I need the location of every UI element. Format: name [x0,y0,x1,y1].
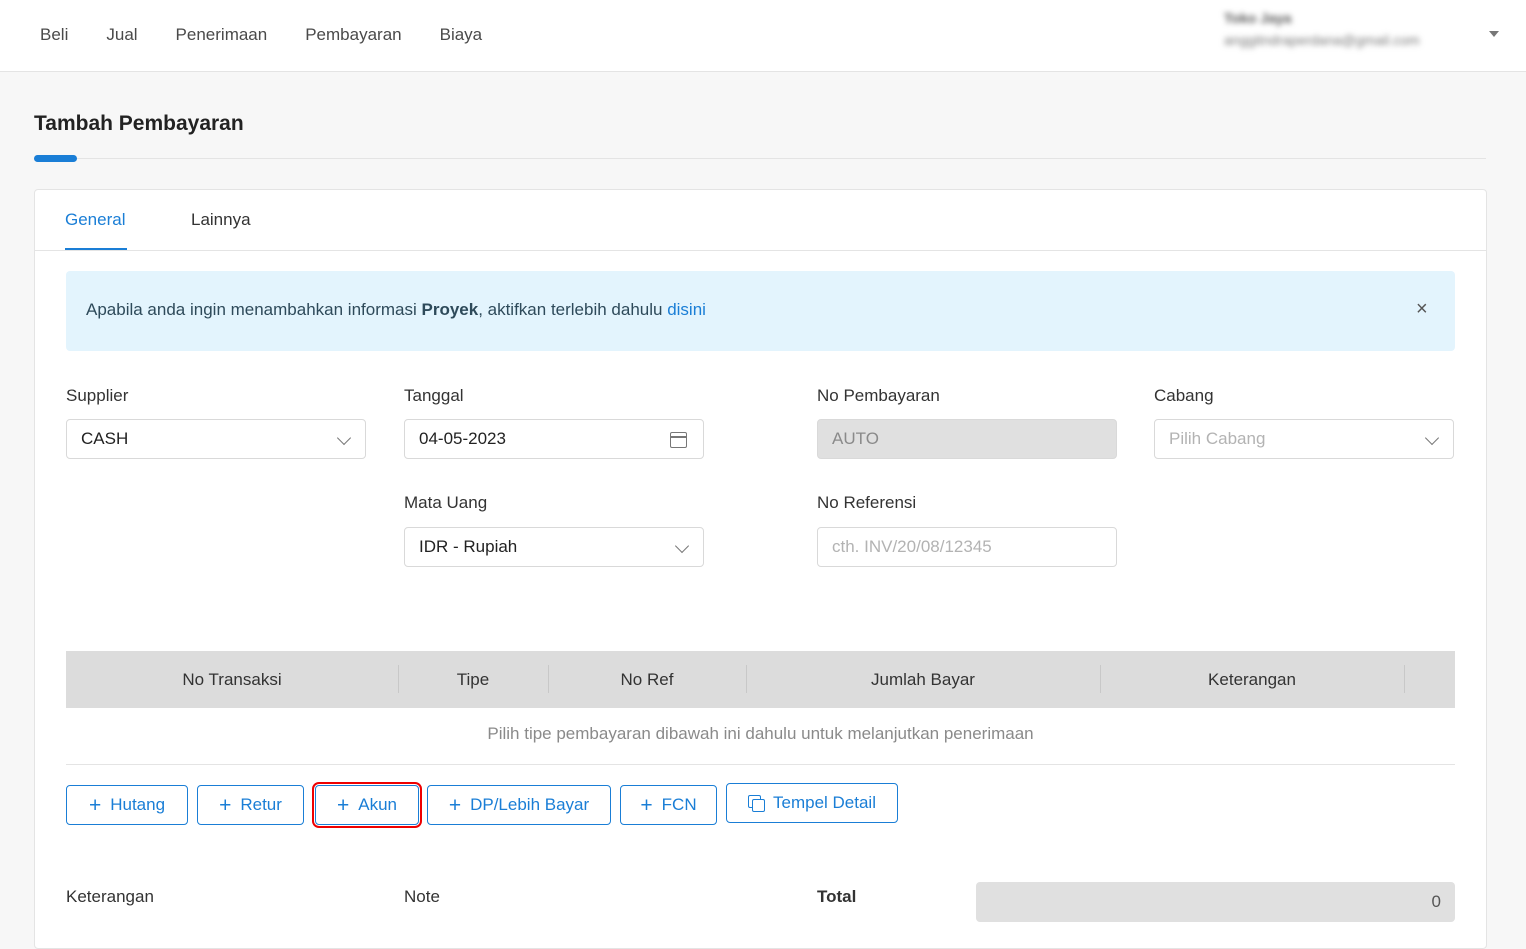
hutang-label: Hutang [110,795,166,814]
note-label: Note [404,887,440,906]
user-name: Toko Jaya [1224,10,1292,26]
add-akun-button[interactable]: + Akun [312,782,422,828]
chevron-down-icon [336,430,352,446]
cabang-placeholder: Pilih Cabang [1169,429,1266,448]
nav-item-beli[interactable]: Beli [40,25,68,45]
add-dp-lebih-bayar-button[interactable]: + DP/Lebih Bayar [427,785,611,825]
no-referensi-placeholder: cth. INV/20/08/12345 [832,537,992,556]
nav-item-pembayaran[interactable]: Pembayaran [305,25,401,45]
total-label: Total [817,887,857,906]
info-alert: Apabila anda ingin menambahkan informasi… [66,271,1455,351]
add-hutang-button[interactable]: + Hutang [66,785,188,825]
alert-text-after: , aktifkan terlebih dahulu [478,300,668,319]
mata-uang-label: Mata Uang [404,493,488,512]
column-keterangan: Keterangan [1208,669,1296,689]
add-retur-button[interactable]: + Retur [197,785,304,825]
add-fcn-button[interactable]: + FCN [620,785,717,825]
title-divider [34,158,1486,159]
main-nav: Beli Jual Penerimaan Pembayaran Biaya [40,0,520,70]
nav-item-penerimaan[interactable]: Penerimaan [176,25,268,45]
no-referensi-label: No Referensi [817,493,917,512]
supplier-select[interactable]: CASH [66,419,366,459]
no-pembayaran-input: AUTO [817,419,1117,459]
caret-down-icon[interactable] [1489,31,1499,37]
user-email: anggitndraperdana@gmail.com [1224,32,1420,48]
supplier-label: Supplier [66,386,129,405]
supplier-value: CASH [81,429,129,448]
retur-label: Retur [240,795,282,814]
top-navbar: Beli Jual Penerimaan Pembayaran Biaya To… [0,0,1526,72]
alert-text-before: Apabila anda ingin menambahkan informasi [86,300,422,319]
mata-uang-value: IDR - Rupiah [419,537,518,556]
tab-general[interactable]: General [65,210,125,230]
active-tab-indicator [65,248,127,250]
keterangan-label: Keterangan [66,887,154,906]
plus-icon: + [640,793,653,817]
no-pembayaran-value: AUTO [832,429,879,448]
cabang-select[interactable]: Pilih Cabang [1154,419,1454,459]
calendar-icon[interactable] [670,432,687,448]
column-tipe: Tipe [456,669,490,689]
plus-icon: + [219,793,232,817]
form-card: General Lainnya Apabila anda ingin menam… [34,189,1487,949]
user-menu[interactable]: Toko Jaya anggitndraperdana@gmail.com [1224,10,1484,48]
title-accent-bar [34,155,77,162]
column-no-transaksi: No Transaksi [182,669,282,689]
cabang-label: Cabang [1154,386,1214,405]
tanggal-date-input[interactable]: 04-05-2023 [404,419,704,459]
table-divider [66,764,1455,765]
plus-icon: + [88,793,102,817]
copy-icon [748,795,765,812]
table-empty-message: Pilih tipe pembayaran dibawah ini dahulu… [487,724,1034,743]
alert-bold-text: Proyek [421,300,479,319]
alert-link-disini[interactable]: disini [667,300,706,319]
tempel-detail-label: Tempel Detail [773,793,876,812]
tempel-detail-button[interactable]: Tempel Detail [726,783,898,823]
mata-uang-select[interactable]: IDR - Rupiah [404,527,704,567]
close-icon[interactable]: × [1416,299,1428,319]
nav-item-jual[interactable]: Jual [106,25,137,45]
tab-lainnya[interactable]: Lainnya [191,210,251,230]
tanggal-value: 04-05-2023 [419,429,506,448]
no-pembayaran-label: No Pembayaran [817,386,940,405]
table-header: No Transaksi Tipe No Ref Jumlah Bayar Ke… [66,651,1455,708]
no-referensi-input[interactable]: cth. INV/20/08/12345 [817,527,1117,567]
dp-label: DP/Lebih Bayar [470,795,590,814]
column-no-ref: No Ref [620,669,674,689]
nav-item-biaya[interactable]: Biaya [440,25,483,45]
tanggal-label: Tanggal [404,386,464,405]
chevron-down-icon [674,538,690,554]
total-value: 0 [976,882,1455,922]
tab-bar: General Lainnya [35,190,1486,251]
page-title: Tambah Pembayaran [34,112,244,135]
akun-label: Akun [358,795,397,814]
plus-icon: + [336,793,350,817]
plus-icon: + [448,793,462,817]
alert-message: Apabila anda ingin menambahkan informasi… [86,300,706,320]
column-jumlah-bayar: Jumlah Bayar [871,669,975,689]
fcn-label: FCN [661,795,697,814]
column-separator [1404,665,1405,693]
chevron-down-icon [1424,430,1440,446]
